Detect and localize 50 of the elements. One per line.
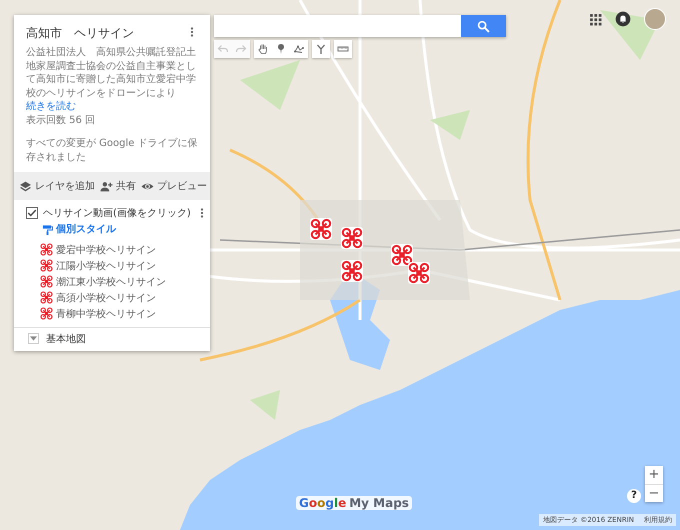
caret-icon <box>30 336 37 341</box>
layer-item[interactable]: 江陽小学校ヘリサイン <box>40 258 200 272</box>
toolbar-button[interactable] <box>334 40 352 58</box>
toolbar-button[interactable] <box>312 40 330 58</box>
read-more-link[interactable]: 続きを読む <box>26 100 198 114</box>
drone-icon <box>40 243 53 256</box>
toolbar-button[interactable] <box>290 40 308 58</box>
search-field[interactable] <box>214 15 461 37</box>
action-button[interactable]: プレビュー <box>139 177 209 195</box>
hand-icon <box>257 43 269 55</box>
layers-icon <box>19 180 32 192</box>
map-title: 高知市 ヘリサイン <box>26 25 134 42</box>
notification-bell-icon[interactable] <box>615 11 631 27</box>
action-button[interactable]: 共有 <box>98 177 138 195</box>
action-button[interactable]: レイヤを追加 <box>17 177 97 195</box>
apps-grid-icon[interactable] <box>589 12 602 26</box>
add-person-icon <box>100 180 113 192</box>
undo-icon <box>217 43 229 55</box>
route-icon <box>315 43 327 55</box>
drone-icon <box>40 275 53 288</box>
drone-marker-icon[interactable] <box>341 260 363 282</box>
zoom-button[interactable]: + <box>645 466 663 484</box>
layer-checkbox[interactable] <box>26 207 38 219</box>
layer-title: ヘリサイン動画(画像をクリック) <box>43 207 191 220</box>
google-my-maps-logo: Google My Maps <box>296 496 412 510</box>
layer-item[interactable]: 高須小学校ヘリサイン <box>40 290 200 304</box>
drone-icon <box>40 259 53 272</box>
polyline-icon <box>293 43 305 55</box>
save-status: すべての変更が Google ドライブに保存されました <box>26 137 198 164</box>
drone-marker-icon[interactable] <box>310 218 332 240</box>
base-map-label: 基本地図 <box>46 332 86 346</box>
map-description: 公益社団法人 高知県公共嘱託登記土地家屋調査士協会の公益自主事業として高知市に寄贈した高知市立愛宕中学校のヘリサインをドローンにより <box>26 46 197 100</box>
layer-item[interactable]: 愛宕中学校ヘリサイン <box>40 242 200 256</box>
drone-marker-icon[interactable] <box>408 262 430 284</box>
redo-icon <box>235 43 247 55</box>
layer-item[interactable]: 潮江東小学校ヘリサイン <box>40 274 200 288</box>
view-count: 表示回数 56 回 <box>26 114 96 127</box>
drone-icon <box>40 291 53 304</box>
paint-roller-icon[interactable] <box>42 224 53 236</box>
toolbar-button[interactable] <box>254 40 272 58</box>
expand-toggle[interactable] <box>28 333 39 344</box>
search-icon <box>477 20 490 32</box>
drone-marker-icon[interactable] <box>391 244 413 266</box>
drone-marker-icon[interactable] <box>341 227 363 249</box>
drone-icon <box>40 307 53 320</box>
style-link[interactable]: 個別スタイル <box>56 223 116 236</box>
pin-icon <box>275 43 287 55</box>
search-button[interactable] <box>461 15 506 37</box>
zoom-button[interactable]: − <box>645 484 663 502</box>
layer-item[interactable]: 青柳中学校ヘリサイン <box>40 306 200 320</box>
